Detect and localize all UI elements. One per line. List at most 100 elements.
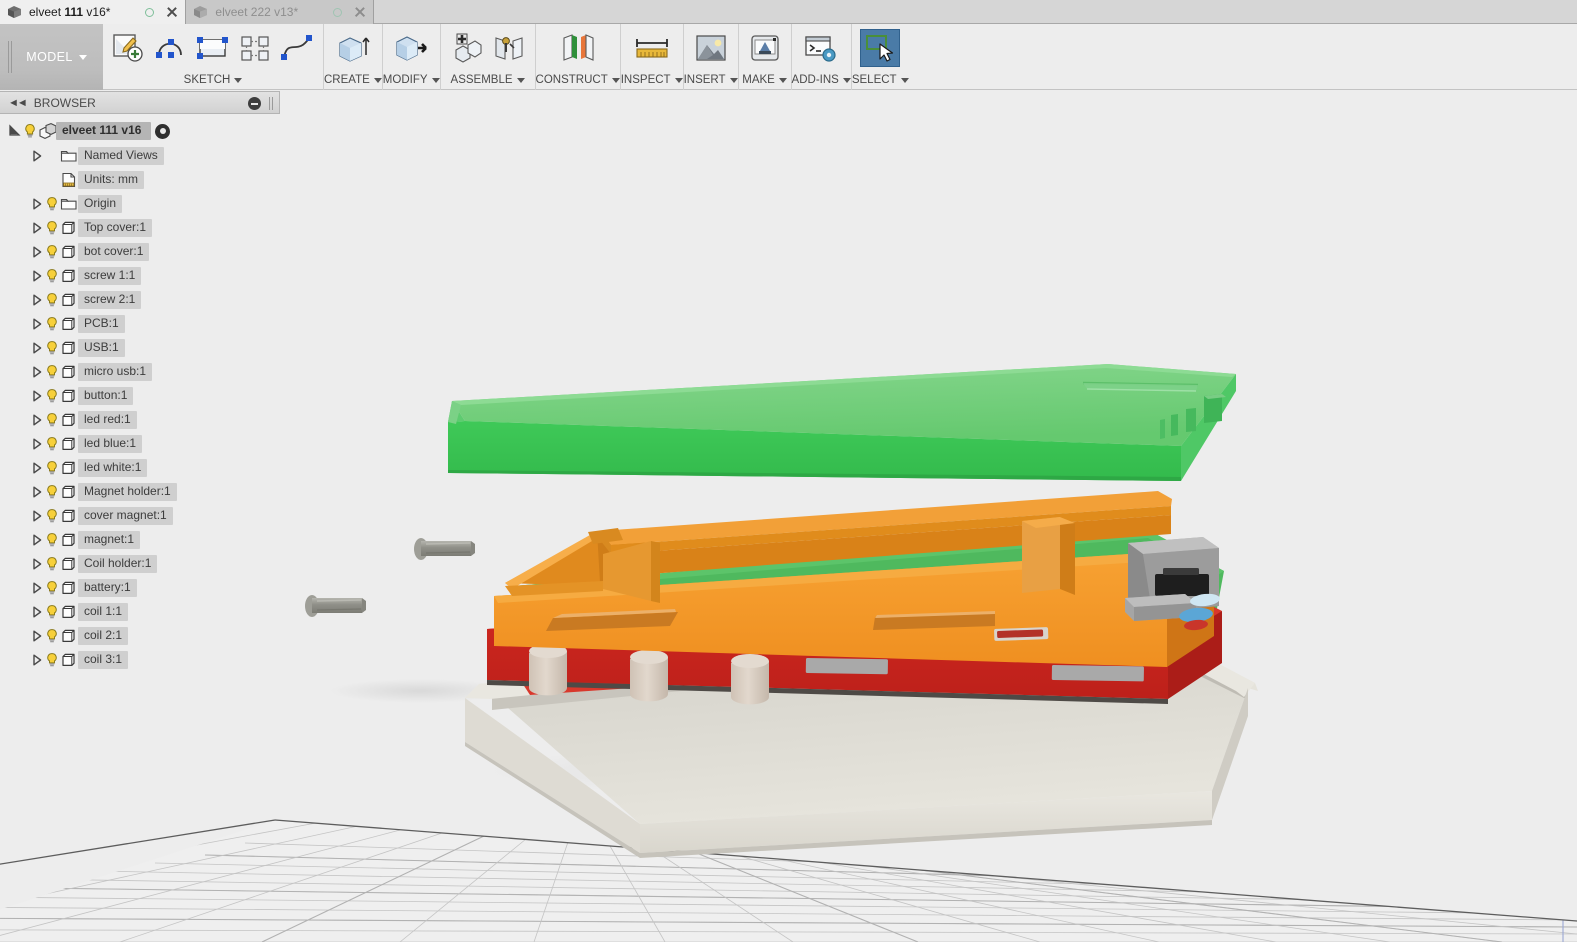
visibility-bulb-icon[interactable] xyxy=(44,220,60,236)
expand-arrow-icon[interactable] xyxy=(30,317,44,331)
part-screw-2[interactable] xyxy=(305,595,366,617)
part-bot-cover[interactable] xyxy=(465,619,1258,858)
tree-item[interactable]: coil 3:1 xyxy=(0,648,280,672)
tree-item[interactable]: PCB:1 xyxy=(0,312,280,336)
toolbar-group-label[interactable]: CONSTRUCT xyxy=(536,74,620,90)
document-tab-active[interactable]: elveet 111 v16* xyxy=(0,0,186,24)
tree-item[interactable]: bot cover:1 xyxy=(0,240,280,264)
toolbar-group-label[interactable]: MODIFY xyxy=(383,74,440,90)
create-sketch-icon[interactable] xyxy=(109,29,149,67)
expand-arrow-icon[interactable] xyxy=(30,341,44,355)
toolbar-group-label[interactable]: ADD-INS xyxy=(792,74,851,90)
visibility-bulb-icon[interactable] xyxy=(44,196,60,212)
tree-item[interactable]: Origin xyxy=(0,192,280,216)
close-icon[interactable] xyxy=(165,6,178,19)
visibility-bulb-icon[interactable] xyxy=(44,532,60,548)
panel-resize-grip[interactable] xyxy=(268,97,274,110)
tree-root-node[interactable]: elveet 111 v16 xyxy=(0,118,280,144)
toolbar-group-label[interactable]: ASSEMBLE xyxy=(441,74,535,90)
tree-item[interactable]: magnet:1 xyxy=(0,528,280,552)
tree-item[interactable]: cover magnet:1 xyxy=(0,504,280,528)
expand-arrow-icon[interactable] xyxy=(30,197,44,211)
expand-arrow-icon[interactable] xyxy=(30,437,44,451)
tree-item[interactable]: Magnet holder:1 xyxy=(0,480,280,504)
visibility-bulb-icon[interactable] xyxy=(44,244,60,260)
expand-arrow-icon[interactable] xyxy=(30,653,44,667)
extrude-icon[interactable] xyxy=(333,29,373,67)
tree-item[interactable]: battery:1 xyxy=(0,576,280,600)
part-coil-holder[interactable] xyxy=(487,578,1222,704)
tree-item[interactable]: coil 2:1 xyxy=(0,624,280,648)
expand-arrow-icon[interactable] xyxy=(30,581,44,595)
tree-item[interactable]: screw 1:1 xyxy=(0,264,280,288)
expand-arrow-icon[interactable] xyxy=(30,605,44,619)
sketch-rectangle-icon[interactable] xyxy=(193,29,233,67)
visibility-bulb-icon[interactable] xyxy=(44,652,60,668)
visibility-bulb-icon[interactable] xyxy=(44,460,60,476)
joint-icon[interactable] xyxy=(489,29,529,67)
toolbar-group-label[interactable]: INSPECT xyxy=(621,74,683,90)
part-usb-connector[interactable] xyxy=(1128,537,1219,612)
part-pcb[interactable] xyxy=(514,531,1224,661)
expand-arrow-icon[interactable] xyxy=(30,533,44,547)
part-screw-1[interactable] xyxy=(414,538,475,560)
tree-item[interactable]: button:1 xyxy=(0,384,280,408)
visibility-bulb-icon[interactable] xyxy=(44,580,60,596)
display-state-icon[interactable] xyxy=(155,124,170,139)
toolbar-group-label[interactable]: CREATE xyxy=(324,74,382,90)
toolbar-group-label[interactable]: INSERT xyxy=(684,74,738,90)
expand-arrow-icon[interactable] xyxy=(30,245,44,259)
tree-item[interactable]: led white:1 xyxy=(0,456,280,480)
visibility-bulb-icon[interactable] xyxy=(44,604,60,620)
tree-item[interactable]: led red:1 xyxy=(0,408,280,432)
part-micro-usb[interactable] xyxy=(1125,594,1196,621)
tree-item[interactable]: Named Views xyxy=(0,144,280,168)
visibility-bulb-icon[interactable] xyxy=(44,364,60,380)
expand-arrow-icon[interactable] xyxy=(30,293,44,307)
document-tab-inactive[interactable]: elveet 222 v13* xyxy=(186,0,374,24)
expand-arrow-icon[interactable] xyxy=(30,221,44,235)
visibility-bulb-icon[interactable] xyxy=(44,436,60,452)
expand-arrow-icon[interactable] xyxy=(30,557,44,571)
offset-plane-icon[interactable] xyxy=(558,29,598,67)
collapse-left-icon[interactable]: ◄◄ xyxy=(8,97,26,109)
part-top-cover[interactable] xyxy=(448,364,1236,481)
expand-arrow-icon[interactable] xyxy=(30,629,44,643)
tree-item[interactable]: micro usb:1 xyxy=(0,360,280,384)
visibility-bulb-icon[interactable] xyxy=(44,556,60,572)
visibility-bulb-icon[interactable] xyxy=(22,123,38,139)
visibility-bulb-icon[interactable] xyxy=(44,508,60,524)
tree-item[interactable]: coil 1:1 xyxy=(0,600,280,624)
visibility-bulb-icon[interactable] xyxy=(44,628,60,644)
expand-arrow-icon[interactable] xyxy=(30,149,44,163)
sketch-pattern-icon[interactable] xyxy=(235,29,275,67)
toolbar-group-label[interactable]: SKETCH xyxy=(103,74,323,90)
expand-arrow-icon[interactable] xyxy=(30,413,44,427)
visibility-bulb-icon[interactable] xyxy=(44,292,60,308)
visibility-bulb-icon[interactable] xyxy=(44,316,60,332)
toolbar-group-label[interactable]: SELECT xyxy=(852,74,909,90)
visibility-bulb-icon[interactable] xyxy=(44,340,60,356)
expand-arrow-icon[interactable] xyxy=(30,365,44,379)
new-component-icon[interactable] xyxy=(447,29,487,67)
visibility-bulb-icon[interactable] xyxy=(44,412,60,428)
part-button[interactable] xyxy=(994,627,1048,641)
measure-icon[interactable] xyxy=(632,29,672,67)
tree-item[interactable]: Coil holder:1 xyxy=(0,552,280,576)
close-icon[interactable] xyxy=(353,6,366,19)
3d-print-icon[interactable] xyxy=(745,29,785,67)
expand-arrow-icon[interactable] xyxy=(30,461,44,475)
expand-arrow-icon[interactable] xyxy=(30,269,44,283)
scripts-addins-icon[interactable] xyxy=(801,29,841,67)
part-magnet-holder[interactable] xyxy=(494,491,1214,667)
expand-arrow-icon[interactable] xyxy=(8,124,22,138)
part-leds[interactable] xyxy=(1178,592,1220,631)
minimize-icon[interactable] xyxy=(248,97,261,110)
visibility-bulb-icon[interactable] xyxy=(44,268,60,284)
select-window-icon[interactable] xyxy=(860,29,900,67)
toolbar-group-label[interactable]: MAKE xyxy=(739,74,791,90)
expand-arrow-icon[interactable] xyxy=(30,485,44,499)
tree-item[interactable]: USB:1 xyxy=(0,336,280,360)
visibility-bulb-icon[interactable] xyxy=(44,388,60,404)
press-pull-icon[interactable] xyxy=(391,29,431,67)
